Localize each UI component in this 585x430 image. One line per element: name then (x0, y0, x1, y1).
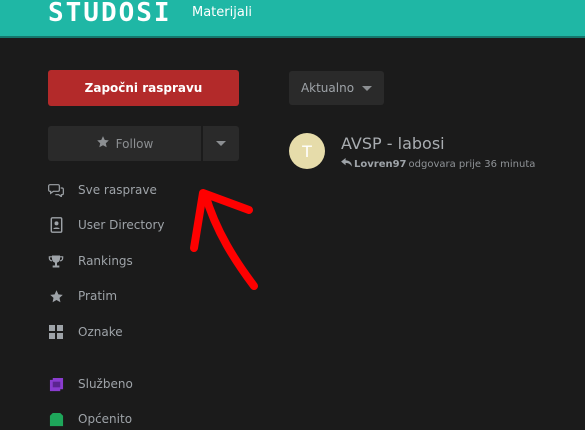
discussion-meta: Lovren97 odgovara prije 36 minuta (341, 158, 535, 170)
follow-dropdown-button[interactable] (203, 126, 239, 161)
chevron-down-icon (362, 85, 373, 91)
top-header: STUDOSI Materijali (0, 0, 585, 38)
sidebar-item-label: Službeno (78, 377, 133, 391)
discussion-meta-text: odgovara prije 36 minuta (408, 158, 536, 170)
sort-label: Aktualno (300, 81, 355, 95)
reply-icon (341, 158, 352, 170)
star-icon (48, 288, 64, 304)
sort-dropdown[interactable]: Aktualno (289, 71, 384, 105)
discussion-author[interactable]: Lovren97 (354, 159, 407, 170)
trophy-icon (48, 253, 64, 269)
nav-link-materijali[interactable]: Materijali (192, 5, 252, 20)
follow-control: Follow (48, 126, 239, 161)
avatar[interactable]: T (289, 133, 325, 169)
purple-tag-icon (48, 376, 64, 392)
sidebar-item-pratim[interactable]: Pratim (48, 285, 117, 307)
sidebar-item-label: Oznake (78, 325, 123, 339)
follow-button[interactable]: Follow (48, 126, 201, 161)
start-discussion-button[interactable]: Započni raspravu (48, 70, 239, 106)
sidebar-item-user-directory[interactable]: User Directory (48, 214, 164, 236)
chevron-down-icon (216, 141, 226, 146)
site-logo[interactable]: STUDOSI (48, 0, 172, 28)
sidebar-item-label: Rankings (78, 254, 133, 268)
address-book-icon (48, 217, 64, 233)
sidebar-item-label: Pratim (78, 289, 118, 303)
green-tag-icon (48, 411, 64, 427)
sidebar-item-opcenito[interactable]: Općenito (48, 408, 132, 430)
discussion-list-item[interactable]: T AVSP - labosi Lovren97 odgovara prije … (289, 133, 535, 170)
grid-icon (48, 324, 64, 340)
follow-label: Follow (115, 136, 154, 151)
star-icon (96, 135, 110, 152)
sidebar-item-label: User Directory (78, 218, 165, 232)
sidebar-item-label: Općenito (78, 412, 133, 426)
sidebar-item-label: Sve rasprave (78, 183, 157, 197)
discussion-title[interactable]: AVSP - labosi (341, 134, 535, 153)
sidebar-item-sluzbeno[interactable]: Službeno (48, 373, 133, 395)
sidebar-item-sve-rasprave[interactable]: Sve rasprave (48, 179, 157, 201)
sidebar-item-rankings[interactable]: Rankings (48, 250, 133, 272)
comments-icon (48, 182, 64, 198)
red-arrow-annotation (190, 189, 258, 290)
sidebar-item-oznake[interactable]: Oznake (48, 321, 123, 343)
